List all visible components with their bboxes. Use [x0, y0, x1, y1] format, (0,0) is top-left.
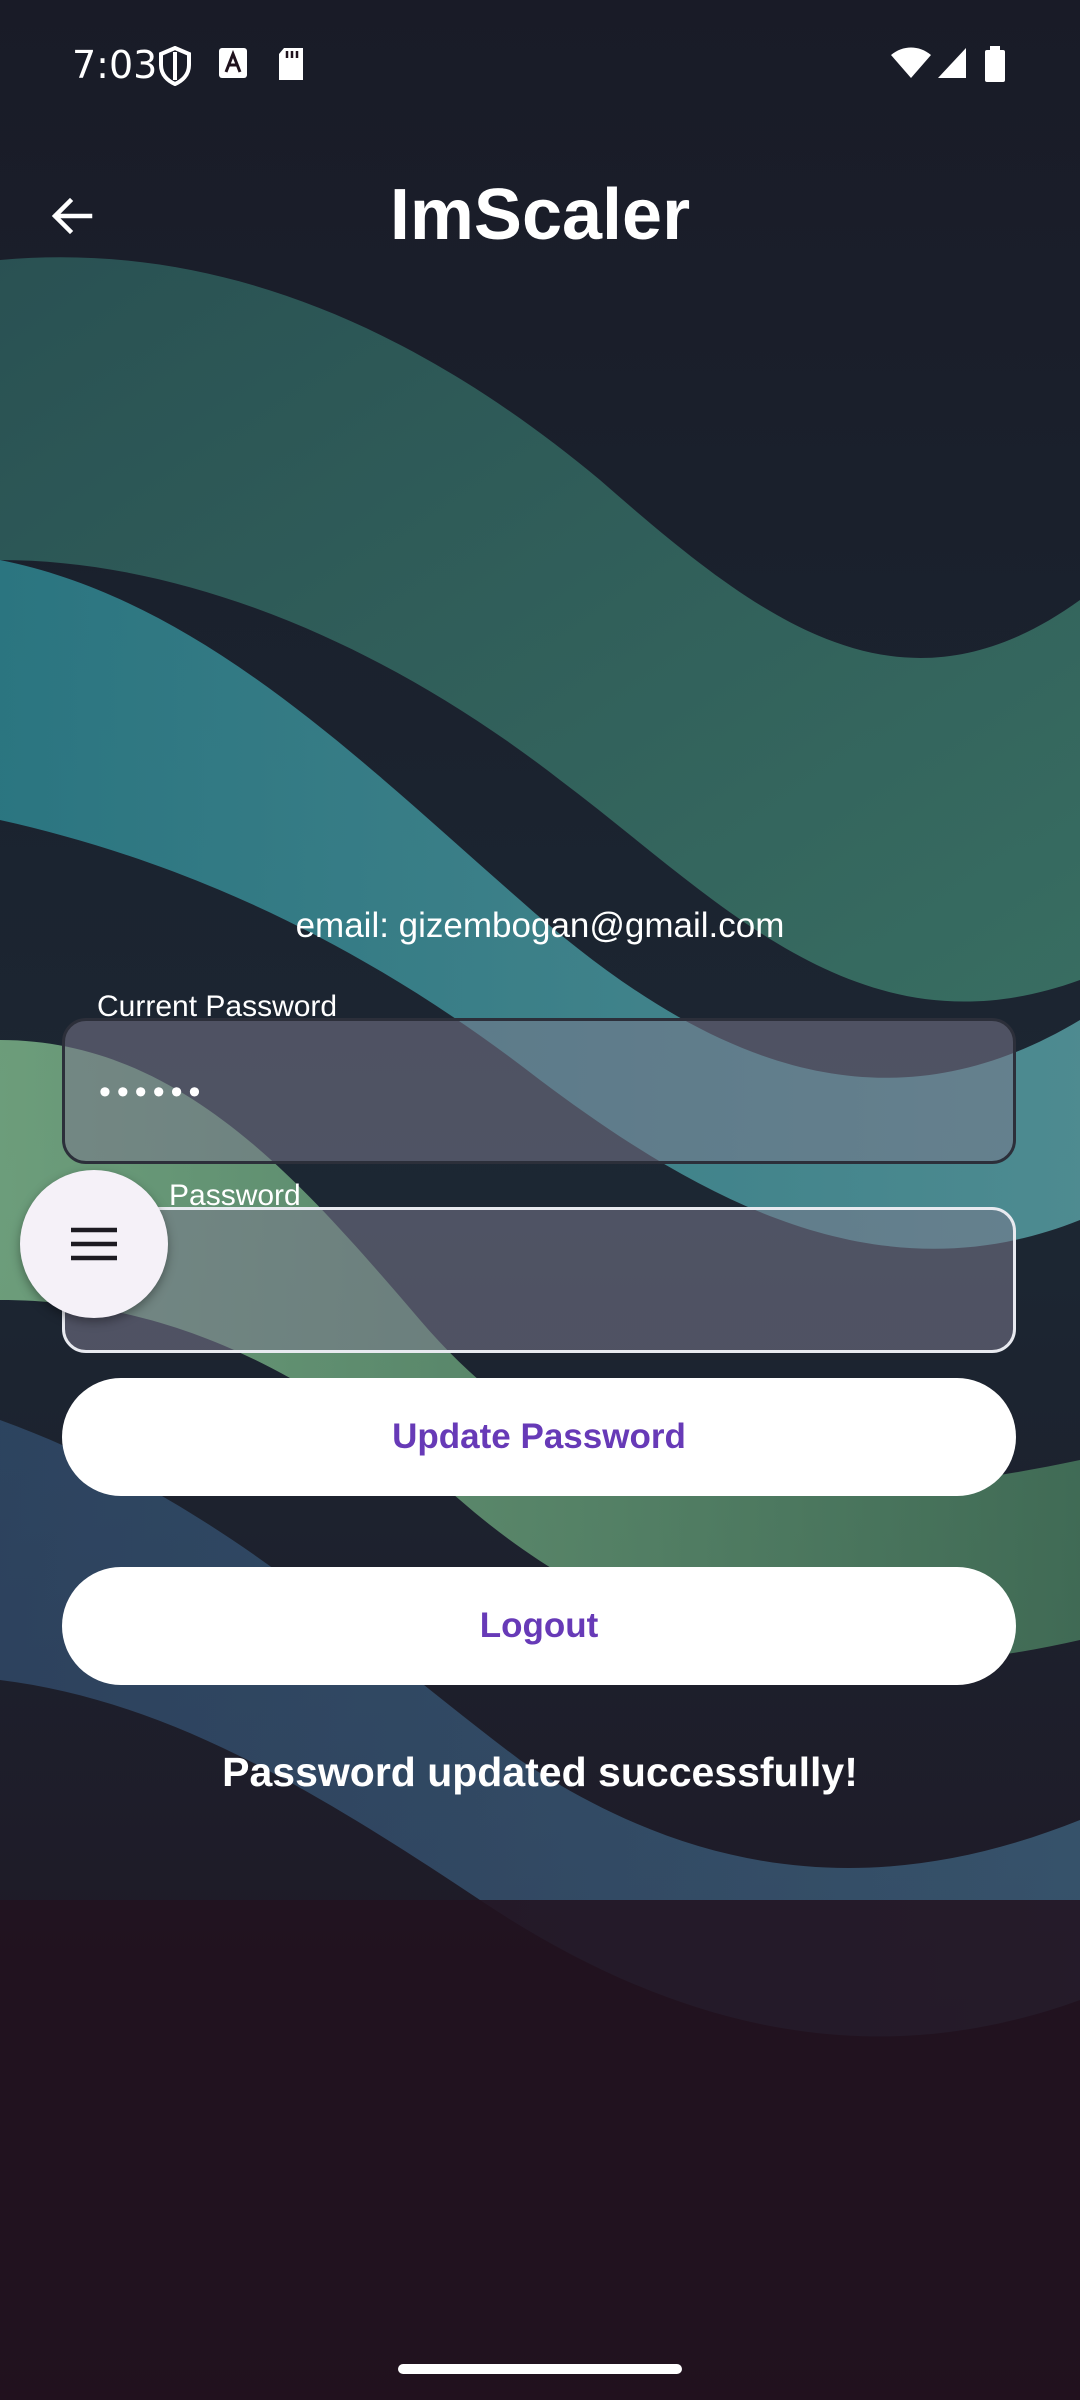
logout-button[interactable]: Logout: [62, 1567, 1016, 1685]
menu-icon: [71, 1227, 117, 1261]
new-password-field[interactable]: Password •••: [62, 1179, 1016, 1353]
wifi-icon: [891, 47, 931, 78]
cell-signal-icon: [938, 48, 966, 78]
shield-icon: [159, 46, 191, 86]
new-password-label: Password: [169, 1179, 301, 1212]
update-password-button[interactable]: Update Password: [62, 1378, 1016, 1496]
sd-card-icon: [279, 48, 303, 80]
text-a-icon: [219, 48, 247, 78]
home-indicator[interactable]: [398, 2364, 682, 2374]
status-message: Password updated successfully!: [222, 1749, 858, 1795]
menu-fab-button[interactable]: [20, 1170, 168, 1318]
status-time: 7:03: [72, 43, 158, 87]
status-bar: 7:03: [0, 0, 1080, 130]
page-title: ImScaler: [389, 175, 691, 255]
current-password-value: ••••••: [99, 1073, 207, 1111]
current-password-label: Current Password: [97, 990, 338, 1023]
battery-icon: [985, 46, 1005, 82]
app-bar: ImScaler: [0, 130, 1080, 290]
email-label: email: gizembogan@gmail.com: [295, 906, 785, 945]
current-password-field[interactable]: Current Password ••••••: [62, 990, 1016, 1164]
